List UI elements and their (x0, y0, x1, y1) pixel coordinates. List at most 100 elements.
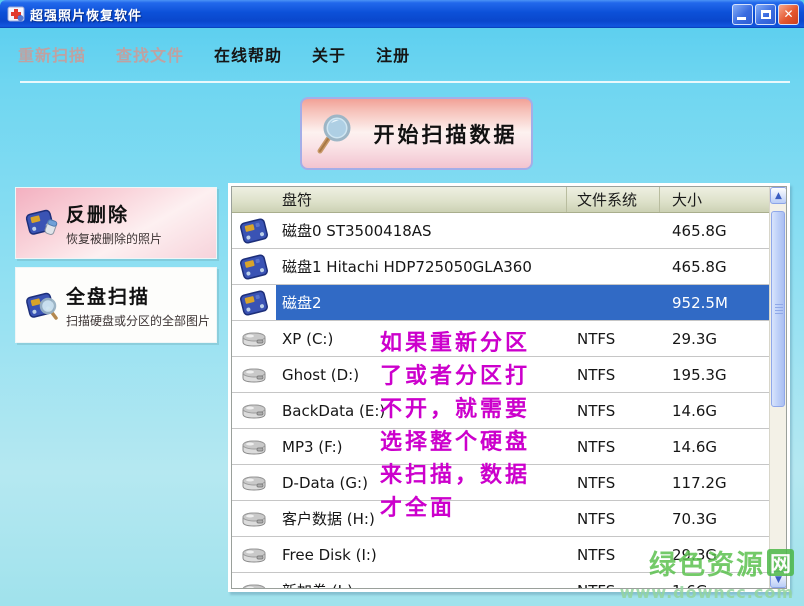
sidebar-fullscan-title: 全盘扫描 (66, 282, 210, 309)
drive-filesystem: NTFS (567, 402, 660, 420)
sidebar-item-undelete[interactable]: 反删除 恢复被删除的照片 (15, 187, 217, 259)
maximize-button[interactable] (755, 4, 776, 25)
scroll-down-button[interactable]: ▼ (770, 571, 787, 588)
start-scan-label: 开始扫描数据 (374, 119, 518, 149)
drive-name: BackData (E:) (276, 402, 567, 420)
drive-size: 1.6G (660, 582, 769, 589)
menu-separator (20, 81, 790, 83)
table-row[interactable]: Ghost (D:) NTFS 195.3G (232, 357, 769, 393)
table-row[interactable]: 磁盘2 952.5M (232, 285, 769, 321)
table-row[interactable]: Free Disk (I:) NTFS 29.3G (232, 537, 769, 573)
title-bar: 超强照片恢复软件 ✕ (0, 0, 804, 28)
table-row[interactable]: MP3 (F:) NTFS 14.6G (232, 429, 769, 465)
drive-filesystem: NTFS (567, 582, 660, 589)
row-content: MP3 (F:) NTFS 14.6G (276, 429, 769, 464)
menu-item-rescan[interactable]: 重新扫描 (18, 42, 86, 66)
table-row[interactable]: BackData (E:) NTFS 14.6G (232, 393, 769, 429)
table-row[interactable]: 新加卷 (J:) NTFS 1.6G (232, 573, 769, 588)
sidebar-undelete-title: 反删除 (66, 200, 162, 227)
partition-drive-icon (240, 437, 268, 457)
drive-size: 465.8G (660, 222, 769, 240)
column-header-size[interactable]: 大小 (660, 187, 769, 212)
disk-scan-icon (16, 288, 66, 322)
scroll-up-button[interactable]: ▲ (770, 187, 787, 204)
row-content: 新加卷 (J:) NTFS 1.6G (276, 573, 769, 588)
physical-disk-icon (238, 288, 270, 318)
scrollbar-thumb[interactable] (771, 211, 785, 407)
scrollbar-grip (775, 304, 783, 314)
disk-undelete-icon (16, 206, 66, 240)
drive-name: MP3 (F:) (276, 438, 567, 456)
partition-drive-icon (240, 473, 268, 493)
vertical-scrollbar[interactable]: ▲ ▼ (769, 187, 786, 588)
app-icon (7, 5, 25, 23)
sidebar-undelete-text: 反删除 恢复被删除的照片 (66, 200, 162, 247)
drive-icon-cell (232, 393, 276, 428)
drive-name: 磁盘1 Hitachi HDP725050GLA360 (276, 256, 567, 277)
minimize-button[interactable] (732, 4, 753, 25)
partition-drive-icon (240, 401, 268, 421)
drive-table: 盘符 文件系统 大小 磁 (231, 186, 787, 589)
row-content: Ghost (D:) NTFS 195.3G (276, 357, 769, 392)
menu-item-online-help[interactable]: 在线帮助 (214, 42, 282, 66)
close-button[interactable]: ✕ (778, 4, 799, 25)
magnifier-icon (316, 113, 354, 155)
table-row[interactable]: D-Data (G:) NTFS 117.2G (232, 465, 769, 501)
minimize-icon (737, 17, 746, 20)
drive-size: 70.3G (660, 510, 769, 528)
drive-filesystem: NTFS (567, 366, 660, 384)
drive-size: 14.6G (660, 438, 769, 456)
drive-filesystem: NTFS (567, 330, 660, 348)
partition-drive-icon (240, 509, 268, 529)
drive-icon-cell (232, 537, 276, 572)
menu-bar: 重新扫描 查找文件 在线帮助 关于 注册 (18, 42, 410, 66)
drive-icon-cell (232, 249, 276, 284)
maximize-icon (761, 10, 771, 19)
drive-icon-cell (232, 465, 276, 500)
partition-drive-icon (240, 545, 268, 565)
drive-name: 客户数据 (H:) (276, 508, 567, 529)
row-content: XP (C:) NTFS 29.3G (276, 321, 769, 356)
drive-size: 29.3G (660, 330, 769, 348)
row-content: Free Disk (I:) NTFS 29.3G (276, 537, 769, 572)
column-header-drive[interactable]: 盘符 (232, 187, 567, 212)
drive-icon-cell (232, 285, 276, 320)
table-row[interactable]: XP (C:) NTFS 29.3G (232, 321, 769, 357)
start-scan-button[interactable]: 开始扫描数据 (300, 97, 533, 170)
drive-filesystem: NTFS (567, 438, 660, 456)
close-icon: ✕ (783, 8, 793, 20)
partition-drive-icon (240, 365, 268, 385)
drive-icon-cell (232, 501, 276, 536)
sidebar-item-full-scan[interactable]: 全盘扫描 扫描硬盘或分区的全部图片 (15, 267, 217, 343)
drive-icon-cell (232, 429, 276, 464)
table-row[interactable]: 客户数据 (H:) NTFS 70.3G (232, 501, 769, 537)
table-body: 磁盘0 ST3500418AS 465.8G (232, 213, 769, 588)
app-window: 超强照片恢复软件 ✕ 重新扫描 查找文件 在线帮助 关于 注册 开始扫描数据 (0, 0, 804, 606)
partition-drive-icon (240, 329, 268, 349)
drive-icon-cell (232, 321, 276, 356)
drive-size: 29.3G (660, 546, 769, 564)
menu-item-find-files[interactable]: 查找文件 (116, 42, 184, 66)
drive-name: D-Data (G:) (276, 474, 567, 492)
drive-size: 465.8G (660, 258, 769, 276)
row-content: 磁盘1 Hitachi HDP725050GLA360 465.8G (276, 249, 769, 284)
drive-icon-cell (232, 213, 276, 248)
table-row[interactable]: 磁盘0 ST3500418AS 465.8G (232, 213, 769, 249)
sidebar-fullscan-subtitle: 扫描硬盘或分区的全部图片 (66, 312, 210, 329)
drive-icon-cell (232, 357, 276, 392)
drive-icon-cell (232, 573, 276, 588)
row-content: 磁盘2 952.5M (276, 285, 769, 320)
drive-name: 新加卷 (J:) (276, 580, 567, 588)
partition-drive-icon (240, 581, 268, 589)
table-row[interactable]: 磁盘1 Hitachi HDP725050GLA360 465.8G (232, 249, 769, 285)
drive-filesystem: NTFS (567, 510, 660, 528)
drive-filesystem: NTFS (567, 474, 660, 492)
menu-item-register[interactable]: 注册 (376, 42, 410, 66)
sidebar-fullscan-text: 全盘扫描 扫描硬盘或分区的全部图片 (66, 282, 210, 329)
row-content: 客户数据 (H:) NTFS 70.3G (276, 501, 769, 536)
window-controls: ✕ (732, 4, 799, 25)
window-title: 超强照片恢复软件 (30, 5, 142, 24)
menu-item-about[interactable]: 关于 (312, 42, 346, 66)
physical-disk-icon (238, 252, 270, 282)
column-header-filesystem[interactable]: 文件系统 (567, 187, 660, 212)
